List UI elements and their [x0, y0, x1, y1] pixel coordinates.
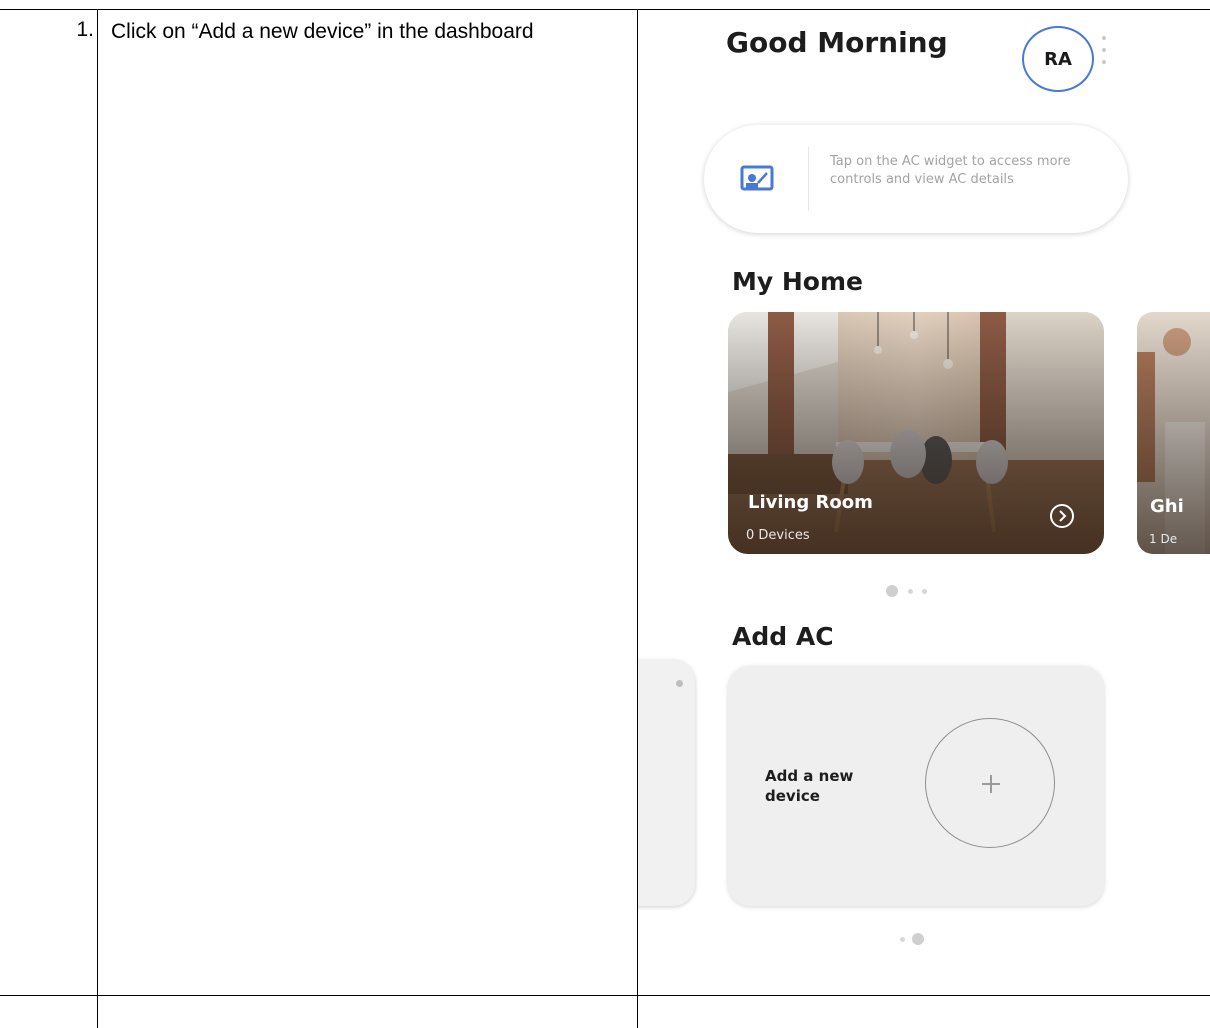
chevron-right-icon[interactable]	[1050, 504, 1074, 528]
carousel-dot	[922, 589, 927, 594]
tip-text: Tap on the AC widget to access more cont…	[830, 154, 1071, 187]
status-dot	[676, 680, 683, 687]
room-photo	[1137, 312, 1210, 554]
room-device-count: 0 Devices	[746, 528, 810, 543]
room-device-count: 1 De	[1149, 532, 1178, 546]
ac-card-previous[interactable]	[638, 660, 695, 906]
carousel-dot	[900, 937, 905, 942]
table-column-divider	[97, 9, 98, 1028]
app-screenshot: Good Morning RA Tap on the AC widget to …	[638, 10, 1210, 995]
add-new-device-label: Add a new device	[765, 767, 854, 805]
tip-banner: Tap on the AC widget to access more cont…	[704, 125, 1128, 233]
tip-divider	[808, 147, 809, 211]
room-card-next[interactable]: Ghi 1 De	[1137, 312, 1210, 554]
carousel-dot	[908, 589, 913, 594]
widget-hint-icon	[740, 165, 774, 191]
my-home-title: My Home	[732, 267, 863, 296]
add-new-device-card[interactable]: Add a new device	[728, 666, 1104, 906]
avatar[interactable]: RA	[1022, 26, 1094, 92]
add-ac-title: Add AC	[732, 622, 834, 651]
table-row-divider	[0, 995, 1210, 996]
room-name: Living Room	[748, 492, 873, 513]
step-instruction: Click on “Add a new device” in the dashb…	[111, 20, 534, 43]
room-card-living-room[interactable]: Living Room 0 Devices	[728, 312, 1104, 554]
ac-carousel-indicator	[900, 933, 940, 947]
room-carousel-indicator	[886, 585, 946, 599]
greeting-title: Good Morning	[726, 26, 948, 59]
carousel-dot-active	[912, 933, 924, 945]
room-name: Ghi	[1150, 496, 1184, 517]
step-number: 1.	[76, 18, 94, 41]
add-device-button[interactable]	[925, 718, 1055, 848]
carousel-dot-active	[886, 585, 898, 597]
room-photo	[728, 312, 1104, 554]
more-options-icon[interactable]	[1101, 36, 1107, 72]
